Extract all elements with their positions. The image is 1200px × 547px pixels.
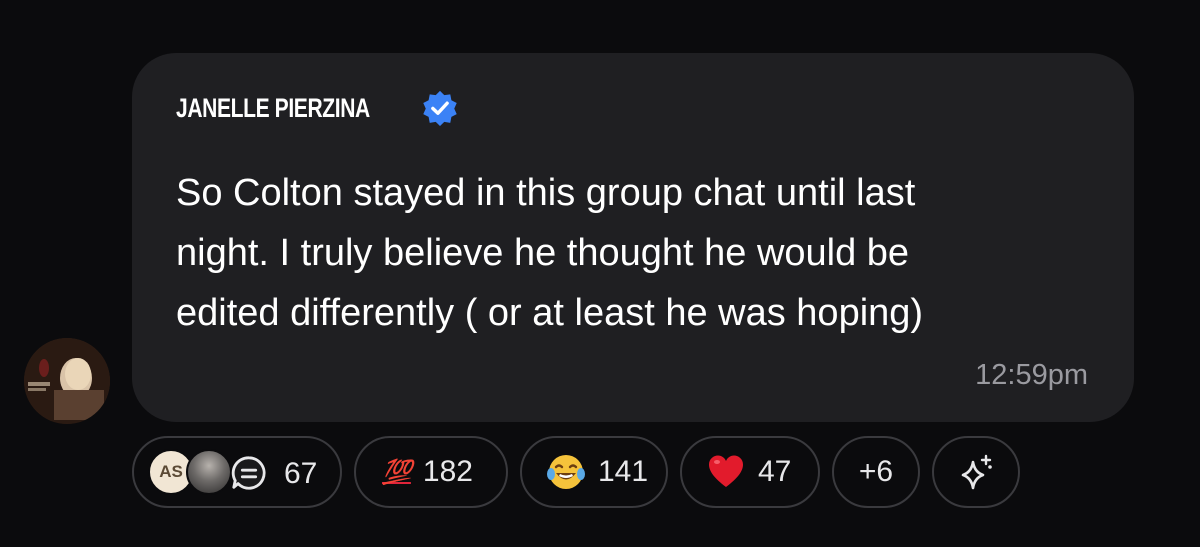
reaction-count-laughing: 141: [598, 455, 649, 488]
reply-avatar-photo: [186, 449, 232, 495]
chat-bubble-icon: [231, 456, 266, 490]
message-bubble: JANELLE PIERZINA So Colton stayed in thi…: [132, 53, 1134, 422]
sender-row: JANELLE PIERZINA: [176, 89, 459, 127]
add-reaction-button[interactable]: [932, 436, 1020, 508]
hundred-points-emoji-icon: 💯: [382, 458, 412, 486]
reaction-count-heart: 47: [758, 455, 792, 488]
reply-count: 67: [284, 457, 318, 490]
avatar-photo-image: [24, 338, 110, 424]
thread-replies-pill[interactable]: AS 67: [132, 436, 342, 508]
more-reactions-pill[interactable]: +6: [832, 436, 920, 508]
laughing-tears-emoji-icon: [547, 455, 585, 489]
more-reactions-count: +6: [858, 455, 894, 488]
verified-badge-icon: [423, 90, 457, 127]
reaction-pill-heart[interactable]: 47: [680, 436, 820, 508]
reaction-pill-hundred[interactable]: 💯 182: [354, 436, 508, 508]
sparkle-icon: [961, 454, 992, 490]
reaction-count-hundred: 182: [422, 455, 473, 488]
message-timestamp: 12:59pm: [975, 359, 1088, 391]
sender-avatar[interactable]: [24, 338, 110, 424]
sender-name[interactable]: JANELLE PIERZINA: [176, 93, 370, 124]
red-heart-emoji-icon: [709, 455, 743, 487]
reaction-pill-laughing[interactable]: 141: [520, 436, 668, 508]
message-text: So Colton stayed in this group chat unti…: [176, 172, 924, 334]
